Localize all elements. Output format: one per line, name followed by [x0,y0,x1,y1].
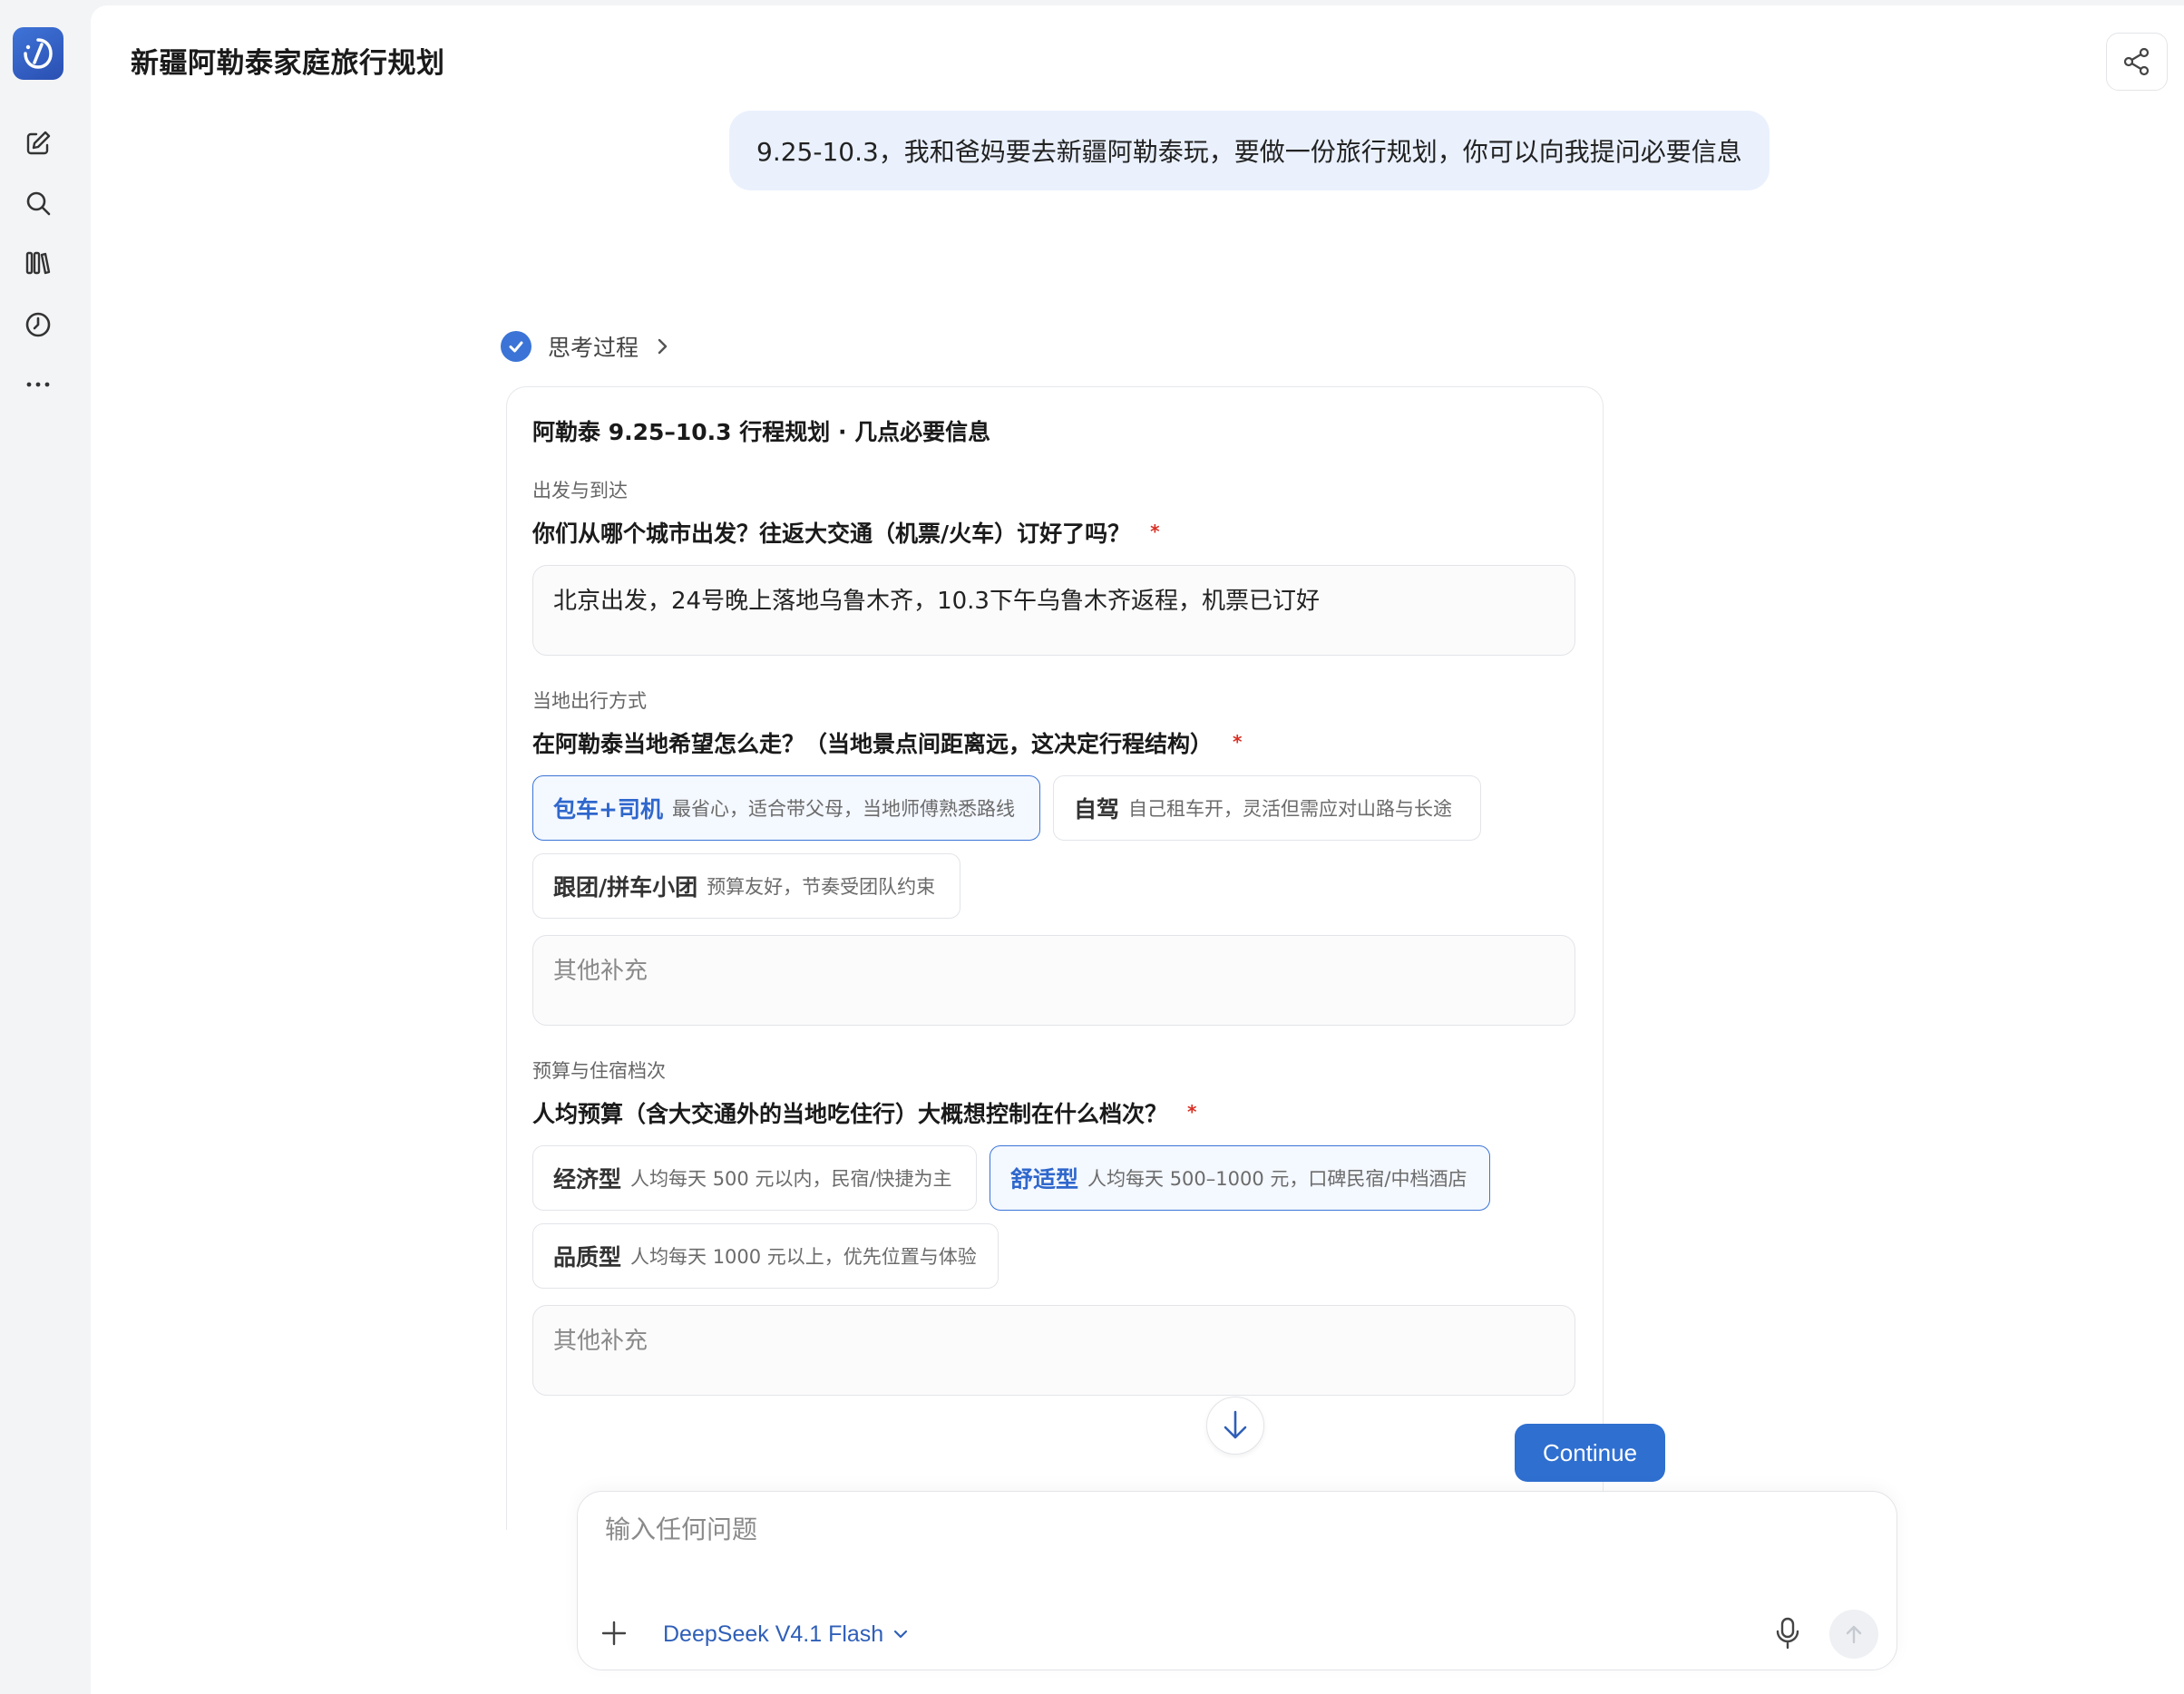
page-title: 新疆阿勒泰家庭旅行规划 [131,47,445,80]
more-icon[interactable] [22,368,54,401]
form-title: 阿勒泰 9.25–10.3 行程规划 · 几点必要信息 [532,419,991,445]
question-transport: 在阿勒泰当地希望怎么走？（当地景点间距离远，这决定行程结构） * [532,726,1242,759]
budget-other-input[interactable]: 其他补充 [532,1305,1575,1396]
chat-input[interactable] [603,1514,1858,1545]
option-self-drive[interactable]: 自驾 自己租车开，灵活但需应对山路与长途 [1053,775,1481,841]
required-mark: * [1233,731,1243,753]
option-desc: 人均每天 500 元以内，民宿/快捷为主 [630,1168,952,1190]
continue-button[interactable]: Continue [1515,1424,1665,1482]
send-button[interactable] [1829,1610,1878,1659]
option-desc: 预算友好，节奏受团队约束 [707,876,936,898]
departure-answer-input[interactable]: 北京出发，24号晚上落地乌鲁木齐，10.3下午乌鲁木齐返程，机票已订好 [532,565,1575,656]
required-mark: * [1187,1101,1197,1123]
plus-icon [601,1621,627,1646]
library-icon[interactable] [22,247,54,279]
option-title: 跟团/拼车小团 [553,874,698,901]
composer: DeepSeek V4.1 Flash [577,1491,1897,1670]
option-title: 经济型 [553,1166,622,1193]
model-name: DeepSeek V4.1 Flash [663,1621,884,1647]
new-chat-icon[interactable] [22,127,54,160]
chevron-right-icon [658,338,668,355]
question-text: 你们从哪个城市出发？往返大交通（机票/火车）订好了吗？ [532,521,1131,547]
chevron-down-icon [894,1630,908,1639]
option-desc: 自己租车开，灵活但需应对山路与长途 [1128,798,1453,820]
question-text: 在阿勒泰当地希望怎么走？（当地景点间距离远，这决定行程结构） [532,731,1214,757]
option-desc: 最省心，适合带父母，当地师傅熟悉路线 [671,798,1015,820]
check-icon [501,331,531,362]
attach-button[interactable] [598,1617,630,1650]
search-icon[interactable] [22,187,54,219]
option-charter-driver[interactable]: 包车+司机 最省心，适合带父母，当地师傅熟悉路线 [532,775,1040,841]
section-label-departure: 出发与到达 [532,480,628,501]
option-title: 舒适型 [1010,1166,1079,1193]
option-title: 自驾 [1074,796,1120,823]
user-message: 9.25-10.3，我和爸妈要去新疆阿勒泰玩，要做一份旅行规划，你可以向我提问必… [729,111,1770,190]
arrow-up-icon [1846,1625,1862,1644]
scroll-down-button[interactable] [1206,1397,1264,1455]
model-selector[interactable]: DeepSeek V4.1 Flash [663,1619,909,1650]
option-group-tour[interactable]: 跟团/拼车小团 预算友好，节奏受团队约束 [532,853,960,919]
question-text: 人均预算（含大交通外的当地吃住行）大概想控制在什么档次？ [532,1101,1168,1127]
logo-icon[interactable] [13,27,63,80]
thinking-label: 思考过程 [548,335,639,361]
section-label-transport: 当地出行方式 [532,690,647,712]
option-budget-comfort[interactable]: 舒适型 人均每天 500–1000 元，口碑民宿/中档酒店 [990,1145,1490,1211]
section-label-budget: 预算与住宿档次 [532,1060,666,1082]
option-desc: 人均每天 1000 元以上，优先位置与体验 [630,1246,977,1268]
share-button[interactable] [2106,33,2168,91]
question-form-card: 阿勒泰 9.25–10.3 行程规划 · 几点必要信息 出发与到达 你们从哪个城… [506,386,1604,1530]
question-budget: 人均预算（含大交通外的当地吃住行）大概想控制在什么档次？ * [532,1096,1196,1129]
required-mark: * [1150,521,1160,542]
option-title: 包车+司机 [553,796,663,823]
sidebar [0,0,91,1694]
option-title: 品质型 [553,1244,622,1270]
option-budget-premium[interactable]: 品质型 人均每天 1000 元以上，优先位置与体验 [532,1223,999,1289]
arrow-down-icon [1224,1410,1247,1439]
microphone-icon [1776,1617,1799,1650]
share-icon [2123,47,2150,76]
thinking-toggle[interactable]: 思考过程 [501,328,671,365]
microphone-button[interactable] [1770,1613,1806,1653]
option-budget-economy[interactable]: 经济型 人均每天 500 元以内，民宿/快捷为主 [532,1145,977,1211]
transport-other-input[interactable]: 其他补充 [532,935,1575,1026]
question-departure: 你们从哪个城市出发？往返大交通（机票/火车）订好了吗？ * [532,516,1160,549]
option-desc: 人均每天 500–1000 元，口碑民宿/中档酒店 [1087,1168,1467,1190]
history-icon[interactable] [22,308,54,341]
main-panel: 新疆阿勒泰家庭旅行规划 9.25-10.3，我和爸妈要去新疆阿勒泰玩，要做一份旅… [91,5,2184,1694]
